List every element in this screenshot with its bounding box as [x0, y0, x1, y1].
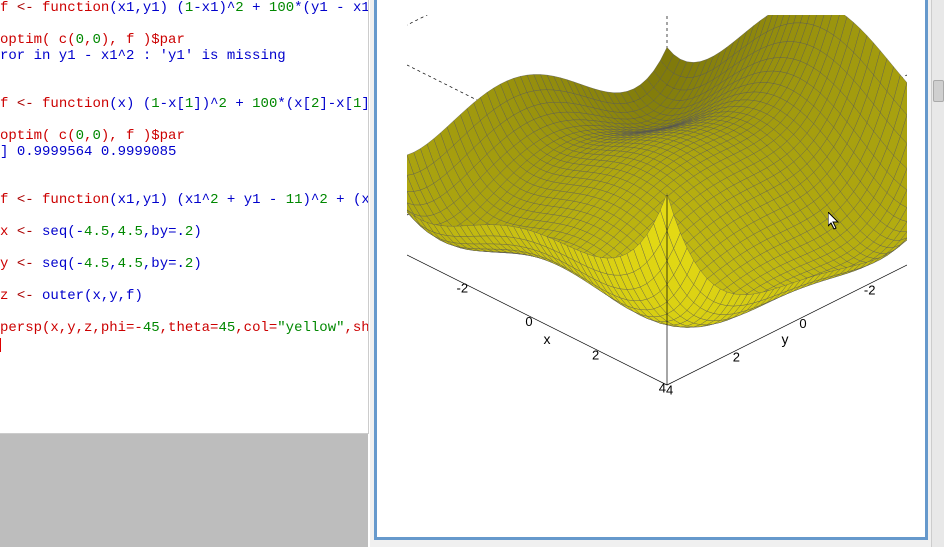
y-axis-label: y [782, 331, 789, 347]
y-tick-label: 2 [733, 349, 740, 364]
y-tick-label: 4 [666, 383, 673, 398]
code-line[interactable]: ] 0.9999564 0.9999085 [0, 144, 368, 160]
y-tick-label: 0 [799, 316, 806, 331]
code-line[interactable] [0, 240, 368, 256]
scrollbar-thumb[interactable] [933, 80, 944, 102]
code-line[interactable]: y <- seq(-4.5,4.5,by=.2) [0, 256, 368, 272]
x-axis-label: x [544, 331, 551, 347]
code-content[interactable]: f <- function(x1,y1) (1-x1)^2 + 100*(y1 … [0, 0, 368, 352]
code-line[interactable] [0, 176, 368, 192]
code-line[interactable] [0, 336, 368, 352]
x-tick-label: 0 [525, 314, 532, 329]
code-line[interactable] [0, 160, 368, 176]
code-line[interactable] [0, 304, 368, 320]
code-line[interactable]: f <- function(x) (1-x[1])^2 + 100*(x[2]-… [0, 96, 368, 112]
code-line[interactable] [0, 272, 368, 288]
code-line[interactable]: optim( c(0,0), f )$par [0, 128, 368, 144]
x-tick-label: -2 [457, 281, 469, 296]
code-line[interactable]: persp(x,y,z,phi=-45,theta=45,col="yellow… [0, 320, 368, 336]
code-line[interactable]: f <- function(x1,y1) (x1^2 + y1 - 11)^2 … [0, 192, 368, 208]
code-line[interactable]: z <- outer(x,y,f) [0, 288, 368, 304]
code-line[interactable]: ror in y1 - x1^2 : 'y1' is missing [0, 48, 368, 64]
code-editor-pane[interactable]: f <- function(x1,y1) (1-x1)^2 + 100*(y1 … [0, 0, 369, 434]
code-line[interactable] [0, 80, 368, 96]
code-line[interactable] [0, 112, 368, 128]
code-line[interactable] [0, 64, 368, 80]
y-tick-label: -2 [864, 283, 876, 298]
code-line[interactable]: optim( c(0,0), f )$par [0, 32, 368, 48]
code-line[interactable] [0, 208, 368, 224]
x-tick-label: 2 [592, 347, 599, 362]
code-line[interactable]: f <- function(x1,y1) (1-x1)^2 + 100*(y1 … [0, 0, 368, 16]
code-line[interactable]: x <- seq(-4.5,4.5,by=.2) [0, 224, 368, 240]
plot-area[interactable]: 100200300400500-4-2024-4-2024xy [407, 15, 907, 525]
plot-frame: 100200300400500-4-2024-4-2024xy [374, 0, 928, 540]
x-tick-label: 4 [659, 381, 666, 396]
persp-surface-plot: 100200300400500-4-2024-4-2024xy [407, 15, 907, 525]
editor-gutter-background [0, 434, 368, 547]
code-line[interactable] [0, 16, 368, 32]
plot-window: 100200300400500-4-2024-4-2024xy [370, 0, 944, 547]
vertical-scrollbar[interactable] [931, 0, 944, 547]
